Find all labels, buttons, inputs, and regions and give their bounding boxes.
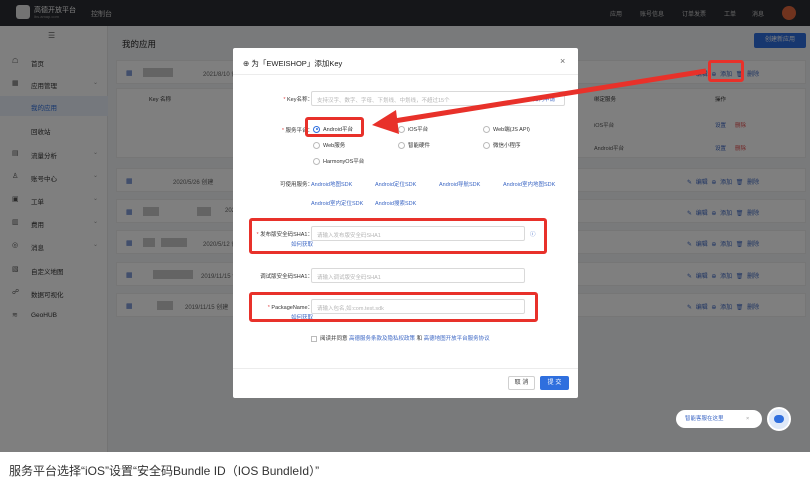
support-bot-icon[interactable] (767, 407, 791, 431)
smart-support-pill[interactable]: 智能客服在这里 × (676, 410, 762, 428)
caption-text: 服务平台选择“iOS”设置“安全码Bundle ID（IOS BundleId）… (9, 464, 320, 478)
close-icon[interactable]: × (746, 410, 749, 428)
screenshot-area: 高德开放平台 lbs.amap.com 控制台 应用 账号信息 订单发票 工单 … (0, 0, 810, 452)
annotation-arrow-icon (372, 68, 707, 134)
